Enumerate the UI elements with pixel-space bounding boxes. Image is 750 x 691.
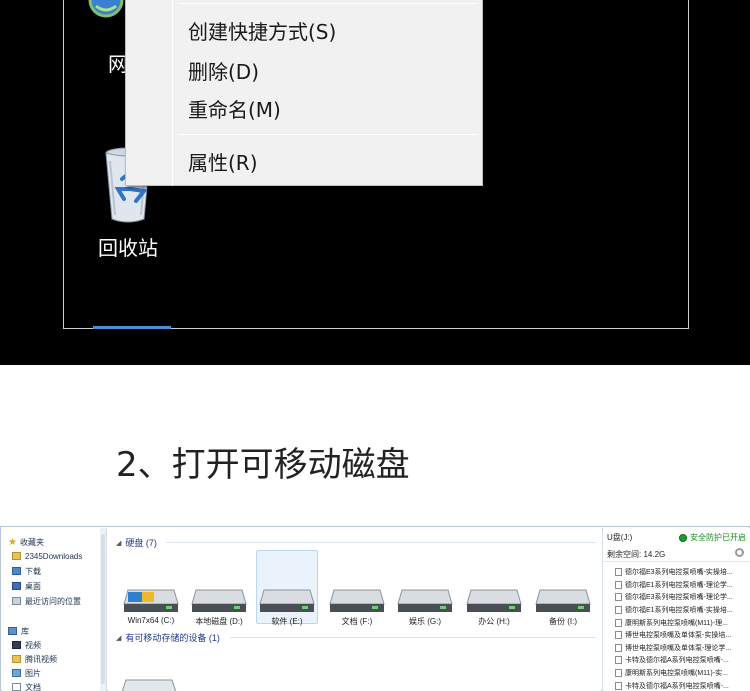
free-space: 剩余空间: 14.2G — [607, 550, 666, 559]
system-drive-icon — [123, 589, 179, 612]
drive-label: 备份 (I:) — [549, 617, 577, 626]
nav-favorites[interactable]: ★ 收藏夹 — [8, 536, 44, 548]
nav-item-documents[interactable]: 文档 — [12, 681, 41, 691]
details-divider — [603, 561, 750, 562]
group-hard-disks[interactable]: ◢ 硬盘 (7) — [116, 536, 157, 549]
group-divider — [166, 542, 596, 543]
file-icon — [615, 631, 622, 640]
file-item[interactable]: 博世电控泵喷嘴及单体泵-理论学... — [615, 642, 747, 655]
drive-c[interactable]: Win7x64 (C:) — [120, 584, 182, 625]
nav-item-2345downloads[interactable]: 2345Downloads — [12, 550, 82, 562]
nav-scrollbar[interactable] — [100, 528, 106, 691]
nav-item-pictures[interactable]: 图片 — [12, 667, 41, 679]
collapse-icon: ◢ — [116, 634, 122, 642]
protection-status[interactable]: 安全防护已开启 — [679, 532, 746, 543]
nav-item-tencent-video[interactable]: 腾讯视频 — [12, 653, 57, 665]
drive-label: Win7x64 (C:) — [127, 616, 175, 625]
nav-library[interactable]: 库 — [8, 625, 29, 637]
drive-i[interactable]: 备份 (I:) — [532, 584, 594, 627]
download-icon — [12, 567, 21, 575]
picture-icon — [12, 669, 21, 677]
drive-label: 办公 (H:) — [478, 617, 510, 626]
context-menu: 创建快捷方式(S) 删除(D) 重命名(M) 属性(R) — [125, 0, 483, 186]
drive-label: 文档 (F:) — [341, 617, 373, 626]
folder-icon — [12, 655, 21, 663]
hard-disk-icon — [535, 589, 591, 612]
menu-icon-strip — [172, 0, 173, 186]
drive-e-selected[interactable]: 软件 (E:) — [256, 550, 318, 626]
shield-icon — [679, 533, 687, 542]
file-item[interactable]: 德尔福E3系列电控泵喷嘴-实操培... — [615, 566, 747, 579]
file-item[interactable]: 卡特及德尔福A系列电控泵喷嘴-... — [615, 654, 747, 667]
file-item[interactable]: 德尔福E1系列电控泵喷嘴-实操培... — [615, 604, 747, 617]
hard-disk-icon — [397, 589, 453, 612]
recent-places-icon — [12, 597, 21, 605]
drive-label: 软件 (E:) — [271, 617, 303, 626]
hard-disk-icon — [191, 589, 247, 612]
group-removable[interactable]: ◢ 有可移动存储的设备 (1) — [116, 631, 220, 644]
menu-item-properties[interactable]: 属性(R) — [188, 147, 258, 176]
star-icon: ★ — [8, 536, 17, 548]
document-icon — [12, 683, 21, 691]
file-icon — [615, 593, 622, 602]
nav-item-videos[interactable]: 视频 — [12, 639, 41, 651]
nav-item-desktop[interactable]: 桌面 — [12, 580, 41, 592]
menu-separator — [178, 134, 478, 135]
menu-separator — [178, 3, 478, 4]
drive-h[interactable]: 办公 (H:) — [463, 584, 525, 627]
drive-d[interactable]: 本地磁盘 (D:) — [188, 584, 250, 627]
hard-disk-icon — [329, 589, 385, 612]
collapse-icon: ◢ — [116, 539, 122, 547]
explorer-screenshot: ★ 收藏夹 2345Downloads 下载 桌面 最近访问的位置 库 视频 腾… — [0, 526, 750, 691]
file-item[interactable]: 卡特及德尔福A系列电控泵喷嘴-... — [615, 679, 747, 691]
video-icon — [12, 641, 21, 649]
desktop-screenshot: 网 回收站 创建快捷方式(S) 删除(D) 重命名(M) 属性(R) — [0, 0, 750, 365]
menu-item-create-shortcut[interactable]: 创建快捷方式(S) — [188, 16, 336, 45]
file-icon — [615, 568, 622, 577]
scrollbar-thumb[interactable] — [101, 534, 105, 684]
group-divider — [230, 637, 596, 638]
file-item[interactable]: 博世电控泵喷嘴及单体泵-实操培... — [615, 629, 747, 642]
file-item[interactable]: 德尔福E3系列电控泵喷嘴-理论学... — [615, 591, 747, 604]
hard-disk-icon — [259, 589, 315, 612]
menu-item-delete[interactable]: 删除(D) — [188, 56, 259, 85]
nav-item-recent[interactable]: 最近访问的位置 — [12, 595, 81, 607]
step-title: 2、打开可移动磁盘 — [116, 445, 410, 485]
file-icon — [615, 618, 622, 627]
file-list: 德尔福E3系列电控泵喷嘴-实操培... 德尔福E1系列电控泵喷嘴-理论学... … — [615, 566, 747, 691]
file-item[interactable]: 德尔福E1系列电控泵喷嘴-理论学... — [615, 579, 747, 592]
recycle-bin-label: 回收站 — [98, 236, 158, 260]
file-item[interactable]: 康明斯系列电控泵喷嘴(M11)-理... — [615, 616, 747, 629]
hard-disk-icon — [466, 589, 522, 612]
gear-icon[interactable] — [735, 548, 744, 557]
file-icon — [615, 580, 622, 589]
file-icon — [615, 669, 622, 678]
network-icon[interactable] — [88, 0, 124, 22]
desktop-icon — [12, 582, 21, 590]
file-icon — [615, 643, 622, 652]
details-pane: U盘(J:) 安全防护已开启 剩余空间: 14.2G 德尔福E3系列电控泵喷嘴-… — [602, 528, 750, 691]
file-icon — [615, 681, 622, 690]
drive-g[interactable]: 娱乐 (G:) — [394, 584, 456, 627]
drive-f[interactable]: 文档 (F:) — [326, 584, 388, 627]
drive-name: U盘(J:) — [607, 533, 633, 542]
taskbar-highlight — [93, 326, 171, 329]
file-icon — [615, 606, 622, 615]
navigation-pane: ★ 收藏夹 2345Downloads 下载 桌面 最近访问的位置 库 视频 腾… — [2, 528, 107, 691]
folder-icon — [12, 552, 21, 560]
file-item[interactable]: 康明斯系列电控泵喷嘴(M11)-实... — [615, 667, 747, 680]
file-icon — [615, 656, 622, 665]
removable-drive-icon[interactable] — [120, 678, 178, 691]
content-pane: ◢ 硬盘 (7) Win7x64 (C:) 本地磁盘 (D:) 软件 (E:) … — [108, 528, 601, 691]
library-icon — [8, 627, 17, 635]
drive-label: 娱乐 (G:) — [409, 617, 441, 626]
nav-item-downloads[interactable]: 下载 — [12, 565, 41, 577]
menu-item-rename[interactable]: 重命名(M) — [188, 94, 281, 123]
drive-label: 本地磁盘 (D:) — [195, 617, 243, 626]
